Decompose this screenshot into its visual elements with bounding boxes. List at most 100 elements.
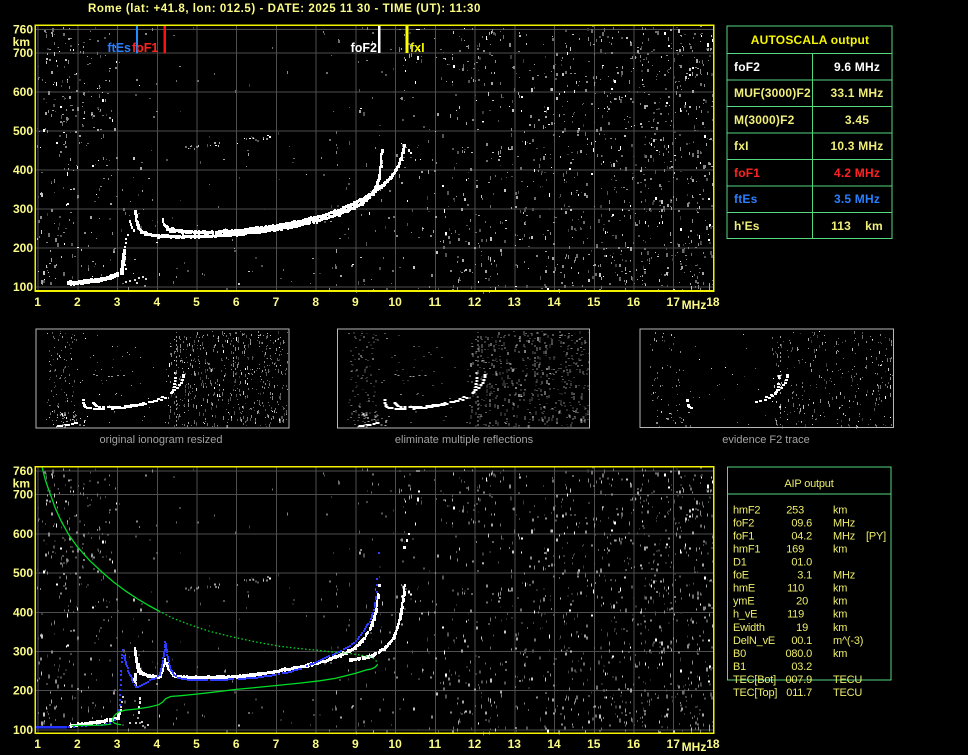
svg-text:1: 1 [34, 737, 41, 751]
svg-text:MHz: MHz [833, 518, 855, 530]
svg-text:Ewidth: Ewidth [733, 622, 765, 634]
svg-text:11: 11 [429, 295, 442, 309]
svg-text:m^(-3): m^(-3) [833, 635, 863, 647]
svg-text:2: 2 [74, 737, 81, 751]
svg-text:h'Es: h'Es [734, 219, 760, 233]
svg-text:fxI: fxI [734, 139, 749, 153]
svg-text:12: 12 [468, 295, 482, 309]
svg-text:3.1: 3.1 [797, 570, 812, 582]
svg-text:7: 7 [273, 737, 280, 751]
svg-text:00.1: 00.1 [791, 635, 812, 647]
svg-text:9: 9 [352, 295, 359, 309]
svg-text:600: 600 [13, 527, 33, 541]
svg-text:km: km [13, 477, 30, 491]
svg-text:original ionogram resized: original ionogram resized [100, 434, 223, 446]
svg-text:DelN_vE: DelN_vE [733, 635, 775, 647]
svg-text:AIP output: AIP output [784, 478, 833, 490]
svg-text:TECU: TECU [833, 674, 862, 686]
svg-text:169: 169 [786, 544, 804, 556]
svg-text:9.6 MHz: 9.6 MHz [834, 60, 880, 74]
svg-text:2: 2 [74, 295, 81, 309]
svg-text:300: 300 [13, 202, 33, 216]
svg-text:TECU: TECU [833, 687, 862, 699]
svg-text:110: 110 [787, 583, 804, 595]
svg-text:MHz: MHz [833, 531, 855, 543]
svg-text:09.6: 09.6 [791, 518, 812, 530]
svg-text:03.2: 03.2 [791, 661, 812, 673]
svg-text:hmF1: hmF1 [733, 544, 760, 556]
svg-text:foF1: foF1 [132, 41, 158, 55]
svg-text:4.2 MHz: 4.2 MHz [834, 166, 880, 180]
svg-text:km: km [13, 35, 30, 49]
svg-text:TEC[Bot]: TEC[Bot] [733, 674, 776, 686]
svg-text:hmF2: hmF2 [733, 505, 760, 517]
svg-text:400: 400 [13, 605, 33, 619]
svg-text:km: km [833, 505, 847, 517]
svg-text:foF2: foF2 [734, 60, 760, 74]
svg-text:33.1 MHz: 33.1 MHz [831, 86, 884, 100]
svg-text:300: 300 [13, 645, 33, 659]
svg-text:17: 17 [667, 295, 681, 309]
svg-text:100: 100 [13, 280, 33, 294]
svg-text:ymE: ymE [733, 596, 754, 608]
svg-text:foF1: foF1 [733, 531, 754, 543]
svg-text:1: 1 [34, 295, 41, 309]
svg-text:18: 18 [706, 295, 720, 309]
svg-text:km: km [833, 544, 847, 556]
svg-text:19: 19 [796, 622, 808, 634]
svg-text:8: 8 [312, 737, 319, 751]
svg-text:TEC[Top]: TEC[Top] [733, 687, 777, 699]
svg-text:B0: B0 [733, 648, 746, 660]
svg-text:3: 3 [114, 737, 121, 751]
svg-text:11: 11 [429, 737, 442, 751]
svg-text:113 km: 113 km [831, 219, 883, 233]
svg-text:600: 600 [13, 85, 33, 99]
svg-text:3.5 MHz: 3.5 MHz [834, 192, 880, 206]
svg-text:ftEs: ftEs [734, 192, 758, 206]
svg-text:7: 7 [273, 295, 280, 309]
svg-text:500: 500 [13, 124, 33, 138]
svg-text:6: 6 [233, 295, 240, 309]
svg-text:200: 200 [13, 684, 33, 698]
svg-text:20: 20 [796, 596, 808, 608]
svg-text:D1: D1 [733, 557, 747, 569]
svg-text:3: 3 [114, 295, 121, 309]
svg-text:14: 14 [547, 737, 561, 751]
svg-text:foE: foE [733, 570, 749, 582]
svg-text:9: 9 [352, 737, 359, 751]
svg-text:007.9: 007.9 [785, 674, 812, 686]
svg-text:13: 13 [508, 737, 522, 751]
svg-text:6: 6 [233, 737, 240, 751]
svg-text:8: 8 [312, 295, 319, 309]
svg-text:16: 16 [627, 295, 641, 309]
svg-text:AUTOSCALA output: AUTOSCALA output [751, 33, 870, 47]
svg-text:16: 16 [627, 737, 641, 751]
svg-text:13: 13 [508, 295, 522, 309]
svg-text:h_vE: h_vE [733, 609, 757, 621]
svg-text:M(3000)F2: M(3000)F2 [734, 113, 795, 127]
svg-text:200: 200 [13, 241, 33, 255]
svg-text:MHz: MHz [682, 298, 707, 312]
svg-text:Rome (lat: +41.8, lon: 012.5): Rome (lat: +41.8, lon: 012.5) - DATE: 20… [88, 3, 481, 15]
svg-text:3.45: 3.45 [845, 113, 869, 127]
svg-text:B1: B1 [733, 661, 746, 673]
svg-text:12: 12 [468, 737, 482, 751]
svg-text:17: 17 [667, 737, 681, 751]
svg-text:5: 5 [193, 295, 200, 309]
svg-text:foF2: foF2 [351, 41, 377, 55]
svg-text:4: 4 [153, 295, 160, 309]
svg-text:14: 14 [547, 295, 561, 309]
svg-text:fxI: fxI [410, 41, 425, 55]
svg-text:253: 253 [786, 505, 804, 517]
svg-text:5: 5 [193, 737, 200, 751]
svg-text:km: km [833, 622, 847, 634]
svg-text:15: 15 [587, 737, 601, 751]
svg-text:hmE: hmE [733, 583, 755, 595]
svg-text:4: 4 [153, 737, 160, 751]
svg-text:evidence F2 trace: evidence F2 trace [722, 434, 809, 446]
svg-text:eliminate multiple reflections: eliminate multiple reflections [395, 434, 534, 446]
svg-text:km: km [833, 648, 847, 660]
svg-text:119: 119 [787, 609, 804, 621]
svg-text:01.0: 01.0 [791, 557, 812, 569]
svg-text:10.3 MHz: 10.3 MHz [831, 139, 884, 153]
